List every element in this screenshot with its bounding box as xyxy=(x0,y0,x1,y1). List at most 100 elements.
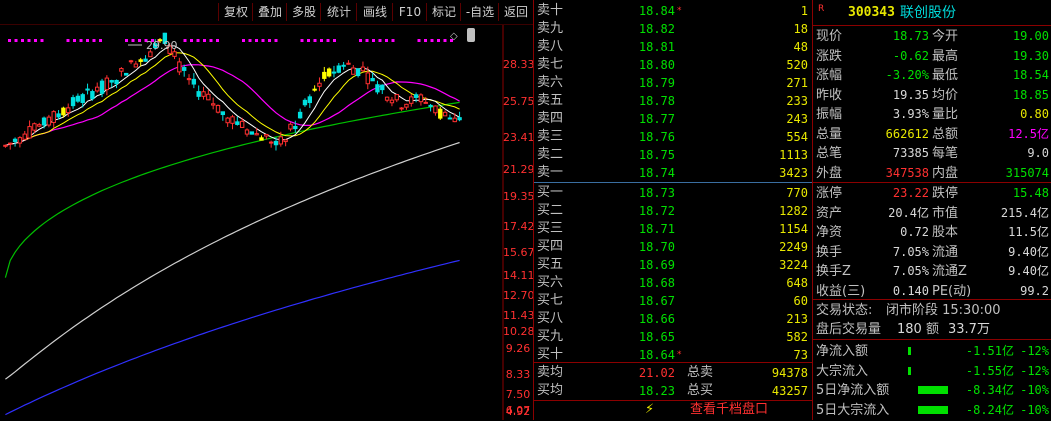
stat-value-2: 15.48 xyxy=(1012,186,1049,200)
candle-body xyxy=(384,96,390,101)
ask-volume: 48 xyxy=(793,40,808,54)
candle-body xyxy=(418,94,424,103)
signal-dots-row xyxy=(8,39,453,42)
ask-volume: 554 xyxy=(786,130,808,144)
status-separator xyxy=(813,299,1051,300)
candle-body xyxy=(70,97,76,107)
signal-dot xyxy=(190,39,193,42)
back-button[interactable]: 返回 xyxy=(498,3,533,21)
candle-body xyxy=(351,67,356,75)
bid-volume: 1282 xyxy=(779,204,808,218)
stat-label-2: 量比 xyxy=(932,107,959,122)
signal-dot xyxy=(307,39,310,42)
stat-label-2: 今开 xyxy=(932,29,959,44)
bid-row[interactable]: 买九 18.65 582 xyxy=(535,328,811,346)
signal-dot xyxy=(430,39,434,42)
bid-row[interactable]: 买八 18.66 213 xyxy=(535,310,811,328)
candle-body xyxy=(215,104,221,113)
bid-price: 18.66 xyxy=(638,312,675,326)
bid-row[interactable]: 买四 18.70 2249 xyxy=(535,238,811,256)
bid-row[interactable]: 买二 18.72 1282 xyxy=(535,202,811,220)
stat-label-2: 股本 xyxy=(932,225,959,240)
bid-volume: 3224 xyxy=(779,258,808,272)
y-tick-label: 17.42 xyxy=(503,220,535,233)
candle-body xyxy=(346,62,351,65)
signal-dot xyxy=(268,39,271,42)
stat-label-2: 总额 xyxy=(932,126,959,142)
candle-body xyxy=(394,94,399,101)
candle-body xyxy=(196,91,201,97)
ask-row[interactable]: 卖八 18.81 48 xyxy=(535,38,811,56)
ask-row[interactable]: 卖四 18.77 243 xyxy=(535,110,811,128)
y-tick-label: 28.33 xyxy=(503,58,535,71)
candle-body xyxy=(51,111,56,123)
ask-row[interactable]: 卖二 18.75 1113 xyxy=(535,146,811,164)
trade-status-row: 交易状态: 闭市阶段 15:30:00 xyxy=(814,301,1051,320)
y-tick-label: 9.26 xyxy=(505,342,531,355)
ask-row[interactable]: 卖十 18.84 * 1 xyxy=(535,2,811,20)
trade-status-value: 闭市阶段 15:30:00 xyxy=(886,303,1001,318)
signal-dot xyxy=(196,39,200,42)
signal-dot xyxy=(40,39,44,42)
ask-row[interactable]: 卖三 18.76 554 xyxy=(535,128,811,146)
ask-level-label: 卖十 xyxy=(537,3,564,18)
overlay-button[interactable]: 叠加 xyxy=(252,3,287,21)
mark-button[interactable]: 标记 xyxy=(426,3,461,21)
candle-body xyxy=(138,59,143,62)
ask-row[interactable]: 卖六 18.79 271 xyxy=(535,74,811,92)
chart-scroll-handle[interactable]: ◇ xyxy=(450,28,475,42)
stat-label-2: 每笔 xyxy=(932,146,959,161)
ma250-line xyxy=(5,259,460,416)
ask-row[interactable]: 卖五 18.78 233 xyxy=(535,92,811,110)
y-tick-label: 12.70 xyxy=(503,289,535,302)
stat-value-2: 19.00 xyxy=(1012,29,1049,43)
candle-body xyxy=(312,88,317,91)
total-volume: 43257 xyxy=(771,384,808,398)
bid-level-label: 买七 xyxy=(537,293,564,308)
remove-watchlist-button[interactable]: -自选 xyxy=(460,3,499,21)
ask-level-label: 卖五 xyxy=(537,93,564,108)
bid-row[interactable]: 买六 18.68 648 xyxy=(535,274,811,292)
ask-price: 18.75 xyxy=(638,148,675,162)
stock-header: R 300343 联创股份 xyxy=(814,2,1051,24)
candle-body xyxy=(109,80,114,83)
candle-body xyxy=(191,78,197,85)
view-full-depth-link[interactable]: 查看千档盘口 xyxy=(690,401,790,419)
avg-price: 18.23 xyxy=(638,384,675,398)
ask-price: 18.74 xyxy=(638,166,675,180)
f10-button[interactable]: F10 xyxy=(392,3,427,21)
statistics-button[interactable]: 统计 xyxy=(320,3,357,21)
stat-value-2: 9.0 xyxy=(1027,146,1049,160)
ma120-line xyxy=(5,141,460,380)
multi-stock-button[interactable]: 多股 xyxy=(286,3,321,21)
stat-value: 7.05% xyxy=(892,264,929,278)
avg-label: 卖均 xyxy=(537,365,564,380)
y-tick-label: 15.67 xyxy=(503,246,535,259)
candle-body xyxy=(283,139,288,143)
ask-row[interactable]: 卖一 18.74 3423 xyxy=(535,164,811,182)
restore-rights-button[interactable]: 复权 xyxy=(218,3,253,21)
kline-chart[interactable]: 29.90 ◇ xyxy=(0,25,533,420)
candle-body xyxy=(61,107,66,116)
flow-percent: -12% xyxy=(1020,363,1049,378)
bid-row[interactable]: 买七 18.67 60 xyxy=(535,292,811,310)
signal-dot xyxy=(333,39,336,42)
candle-body xyxy=(66,107,71,114)
bid-price: 18.69 xyxy=(638,258,675,272)
candle-body xyxy=(181,67,187,71)
bid-row[interactable]: 买一 18.73 770 xyxy=(535,184,811,202)
ask-row[interactable]: 卖九 18.82 18 xyxy=(535,20,811,38)
candle-body xyxy=(17,137,23,144)
bid-row[interactable]: 买五 18.69 3224 xyxy=(535,256,811,274)
bid-row[interactable]: 买三 18.71 1154 xyxy=(535,220,811,238)
candle-body xyxy=(201,91,206,97)
candle-body xyxy=(428,104,433,107)
stat-label: 涨幅 xyxy=(816,68,843,83)
ask-row[interactable]: 卖七 18.80 520 xyxy=(535,56,811,74)
ask-bid-separator xyxy=(534,182,812,183)
stat-value: -3.20% xyxy=(885,68,929,82)
candle-body xyxy=(297,111,303,119)
signal-dot xyxy=(14,39,18,42)
flow-percent: -12% xyxy=(1020,344,1049,358)
draw-line-button[interactable]: 画线 xyxy=(356,3,393,21)
